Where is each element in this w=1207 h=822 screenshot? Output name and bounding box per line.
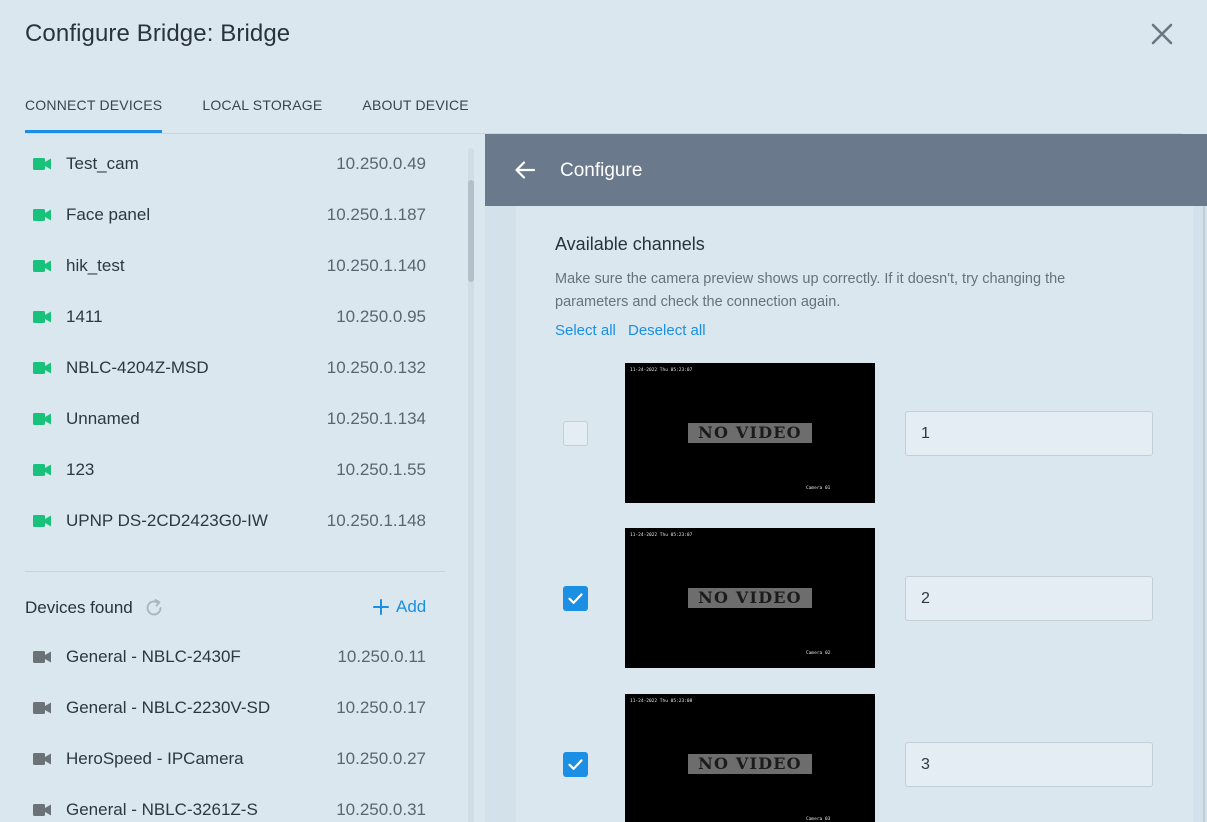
device-ip: 10.250.0.49 <box>336 153 426 173</box>
device-name: 1411 <box>66 306 103 326</box>
channel-preview: 11-24-2022 Thu 05:23:07 NO VIDEO Camera … <box>625 363 875 503</box>
device-row[interactable]: Unnamed 10.250.1.134 <box>0 393 430 444</box>
video-camera-icon <box>33 412 51 425</box>
device-row[interactable]: Test_cam 10.250.0.49 <box>0 138 430 189</box>
no-video-overlay: NO VIDEO <box>688 423 812 443</box>
device-name: General - NBLC-2430F <box>66 646 241 666</box>
checkmark-icon <box>568 593 583 604</box>
video-camera-icon <box>33 310 51 323</box>
device-name: NBLC-4204Z-MSD <box>66 357 209 377</box>
panel-edge <box>1203 206 1205 822</box>
device-row[interactable]: 123 10.250.1.55 <box>0 444 430 495</box>
add-device-button[interactable]: Add <box>372 597 426 617</box>
device-row[interactable]: General - NBLC-2230V-SD 10.250.0.17 <box>0 682 430 733</box>
available-channels-description: Make sure the camera preview shows up co… <box>555 271 1066 310</box>
section-divider <box>25 571 445 572</box>
device-row[interactable]: General - NBLC-2430F 10.250.0.11 <box>0 631 430 682</box>
device-row[interactable]: 1411 10.250.0.95 <box>0 291 430 342</box>
no-video-overlay: NO VIDEO <box>688 754 812 774</box>
device-list-panel: Test_cam 10.250.0.49 Face panel 10.250.1… <box>0 134 484 822</box>
device-row[interactable]: NBLC-4204Z-MSD 10.250.0.132 <box>0 342 430 393</box>
channel-name-input[interactable]: 1 <box>905 411 1153 456</box>
tab-local-storage[interactable]: LOCAL STORAGE <box>202 80 322 134</box>
tab-connect-devices[interactable]: CONNECT DEVICES <box>25 80 163 134</box>
device-ip: 10.250.0.132 <box>326 357 426 377</box>
devices-found-title: Devices found <box>25 598 133 617</box>
channel-checkbox[interactable] <box>563 752 588 777</box>
video-camera-icon <box>33 259 51 272</box>
video-camera-icon <box>33 514 51 527</box>
device-name: hik_test <box>66 255 125 275</box>
channel-name-input[interactable]: 2 <box>905 576 1153 621</box>
preview-timestamp: 11-24-2022 Thu 05:23:07 <box>630 368 693 373</box>
device-ip: 10.250.1.55 <box>336 459 426 479</box>
device-name: Unnamed <box>66 408 140 428</box>
channel-checkbox[interactable] <box>563 586 588 611</box>
preview-timestamp: 11-24-2022 Thu 05:23:07 <box>630 533 693 538</box>
scrollbar-thumb[interactable] <box>468 180 474 282</box>
device-row[interactable]: UPNP DS-2CD2423G0-IW 10.250.1.148 <box>0 495 430 546</box>
tab-bar: CONNECT DEVICES LOCAL STORAGE ABOUT DEVI… <box>25 80 509 134</box>
device-name: 123 <box>66 459 95 479</box>
plus-icon <box>373 599 389 615</box>
video-camera-icon <box>33 208 51 221</box>
device-row[interactable]: Face panel 10.250.1.187 <box>0 189 430 240</box>
video-camera-icon <box>33 157 51 170</box>
device-row[interactable]: General - NBLC-3261Z-S 10.250.0.31 <box>0 784 430 822</box>
refresh-icon[interactable] <box>143 597 165 619</box>
video-camera-icon <box>33 752 51 765</box>
checkmark-icon <box>568 759 583 770</box>
video-camera-icon <box>33 701 51 714</box>
configure-header: Configure <box>485 134 1207 206</box>
device-row[interactable]: HeroSpeed - IPCamera 10.250.0.27 <box>0 733 430 784</box>
channel-preview: 11-24-2022 Thu 05:23:08 NO VIDEO Camera … <box>625 694 875 822</box>
device-name: General - NBLC-3261Z-S <box>66 799 258 819</box>
device-ip: 10.250.0.11 <box>337 646 426 666</box>
device-ip: 10.250.1.134 <box>326 408 426 428</box>
arrow-left-icon[interactable] <box>513 158 537 182</box>
page-title: Configure Bridge: Bridge <box>25 20 291 47</box>
device-ip: 10.250.1.140 <box>326 255 426 275</box>
device-name: HeroSpeed - IPCamera <box>66 748 244 768</box>
device-ip: 10.250.0.27 <box>336 748 426 768</box>
device-name: General - NBLC-2230V-SD <box>66 697 271 717</box>
tab-about-device[interactable]: ABOUT DEVICE <box>362 80 468 134</box>
preview-camera-label: Camera 02 <box>806 651 831 656</box>
no-video-overlay: NO VIDEO <box>688 588 812 608</box>
device-ip: 10.250.1.187 <box>326 204 426 224</box>
close-icon[interactable] <box>1148 20 1176 48</box>
preview-timestamp: 11-24-2022 Thu 05:23:08 <box>630 699 693 704</box>
deselect-all-link[interactable]: Deselect all <box>628 322 706 339</box>
preview-camera-label: Camera 03 <box>806 817 831 822</box>
video-camera-icon <box>33 361 51 374</box>
channel-checkbox[interactable] <box>563 421 588 446</box>
video-camera-icon <box>33 803 51 816</box>
device-row[interactable]: hik_test 10.250.1.140 <box>0 240 430 291</box>
device-name: Test_cam <box>66 153 139 173</box>
channel-name-input[interactable]: 3 <box>905 742 1153 787</box>
device-name: Face panel <box>66 204 151 224</box>
add-label: Add <box>396 597 427 616</box>
available-channels-title: Available channels <box>555 234 705 254</box>
device-name: UPNP DS-2CD2423G0-IW <box>66 510 268 530</box>
configure-title: Configure <box>560 160 643 181</box>
preview-camera-label: Camera 01 <box>806 486 831 491</box>
device-ip: 10.250.0.31 <box>336 799 426 819</box>
device-ip: 10.250.0.17 <box>336 697 426 717</box>
video-camera-icon <box>33 650 51 663</box>
device-ip: 10.250.1.148 <box>326 510 426 530</box>
video-camera-icon <box>33 463 51 476</box>
select-all-link[interactable]: Select all <box>555 322 616 339</box>
device-ip: 10.250.0.95 <box>336 306 426 326</box>
channel-preview: 11-24-2022 Thu 05:23:07 NO VIDEO Camera … <box>625 528 875 668</box>
